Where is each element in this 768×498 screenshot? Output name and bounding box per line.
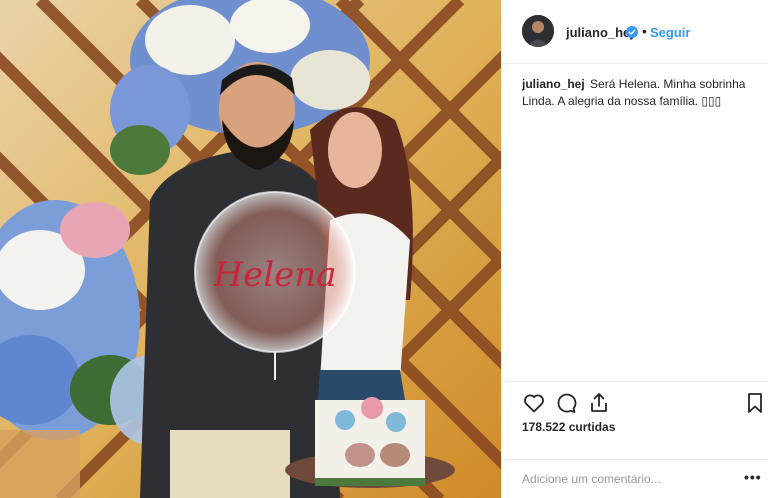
balloon-text: Helena	[213, 255, 337, 295]
likes-count[interactable]: 178.522 curtidas	[522, 420, 615, 434]
share-icon[interactable]	[587, 391, 611, 415]
header-separator-dot: •	[642, 23, 647, 39]
post-username[interactable]: juliano_hej	[566, 25, 634, 40]
comment-bubble-icon[interactable]	[554, 391, 578, 415]
post-actions: 178.522 curtidas	[502, 381, 768, 461]
verified-badge-icon	[626, 25, 638, 38]
comment-bar: •••	[502, 459, 768, 498]
post-header: juliano_hej • Seguir	[502, 0, 768, 64]
more-dots-icon[interactable]: •••	[744, 470, 762, 484]
heart-icon[interactable]	[522, 391, 546, 415]
follow-button[interactable]: Seguir	[650, 25, 690, 40]
post-photo[interactable]: Helena	[0, 0, 501, 498]
avatar[interactable]	[522, 15, 554, 47]
post-caption: juliano_hej Será Helena. Minha sobrinha …	[522, 76, 750, 110]
bookmark-icon[interactable]	[743, 391, 767, 415]
post-side-panel: juliano_hej • Seguir juliano_hej Será He…	[501, 0, 768, 498]
comment-input[interactable]	[522, 470, 722, 488]
caption-username[interactable]: juliano_hej	[522, 77, 585, 91]
